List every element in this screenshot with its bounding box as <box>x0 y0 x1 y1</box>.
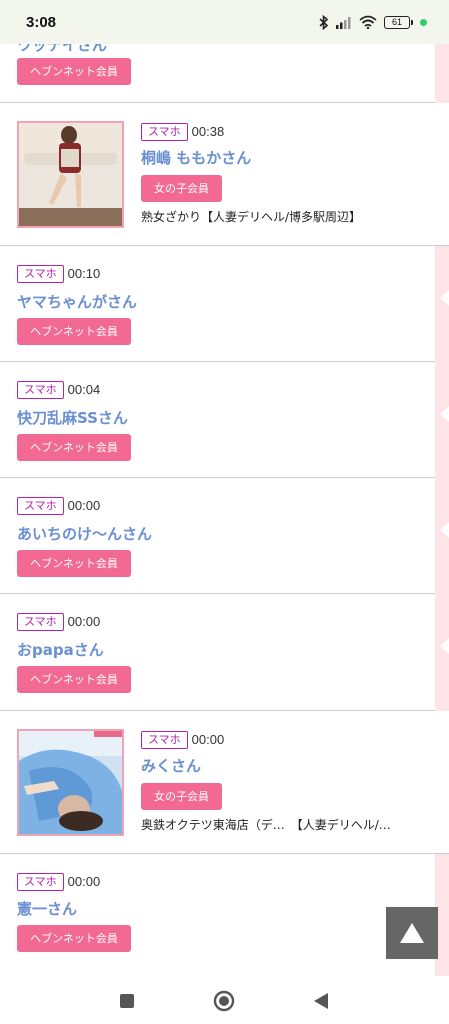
wifi-icon <box>359 15 377 29</box>
access-meta: スマホ 00:38 <box>141 121 224 141</box>
shop-name[interactable]: 熟女ざかり【人妻デリヘル/博多駅周辺】 <box>141 208 361 225</box>
girl-member-badge[interactable]: 女の子会員 <box>141 175 222 202</box>
list-item[interactable]: スマホ 00:00 みくさん 女の子会員 奥鉄オクテツ東海店（デ… 【人妻デリヘル… <box>0 711 449 854</box>
access-meta: スマホ 00:10 <box>17 263 100 283</box>
status-time: 3:08 <box>26 13 57 31</box>
list-item[interactable]: スマホ 00:10 ヤマちゃんがさん ヘブンネット会員 <box>0 246 435 362</box>
access-meta: スマホ 00:00 <box>17 871 100 891</box>
visitor-name[interactable]: みくさん <box>141 755 201 776</box>
side-notch <box>440 290 449 306</box>
battery-icon: 61 <box>384 15 413 29</box>
battery-level: 61 <box>384 15 410 29</box>
signal-icon <box>336 16 351 29</box>
side-notch <box>440 522 449 538</box>
list-item[interactable]: スマホ 00:00 おpapaさん ヘブンネット会員 <box>0 594 435 711</box>
square-icon <box>120 994 134 1008</box>
access-time: 00:04 <box>67 382 101 397</box>
bluetooth-icon <box>319 14 329 30</box>
shop-name[interactable]: 奥鉄オクテツ東海店（デ… 【人妻デリヘル/… <box>141 816 391 833</box>
access-time: 00:00 <box>67 614 101 629</box>
triangle-back-icon <box>314 993 328 1009</box>
visitor-name[interactable]: 憲一さん <box>17 898 77 919</box>
device-tag: スマホ <box>17 380 64 399</box>
side-notch <box>440 638 449 654</box>
access-meta: スマホ 00:00 <box>17 611 100 631</box>
status-bar: 3:08 61 <box>0 0 449 44</box>
access-time: 00:00 <box>67 874 101 889</box>
notification-dot-icon <box>420 18 427 26</box>
visitor-name[interactable]: ヤマちゃんがさん <box>17 291 137 312</box>
device-tag: スマホ <box>17 612 64 631</box>
access-time: 00:00 <box>67 498 101 513</box>
scroll-top-button[interactable] <box>386 907 438 959</box>
member-badge[interactable]: ヘブンネット会員 <box>17 318 131 345</box>
access-time: 00:38 <box>191 124 225 139</box>
member-badge[interactable]: ヘブンネット会員 <box>17 550 131 577</box>
visitor-name[interactable]: あいちのけ〜んさん <box>17 523 152 544</box>
status-icons: 61 <box>319 14 427 30</box>
access-time: 00:00 <box>191 732 225 747</box>
side-notch <box>440 406 449 422</box>
member-badge[interactable]: ヘブンネット会員 <box>17 58 131 85</box>
girl-photo[interactable] <box>17 729 124 836</box>
list-item[interactable]: スマホ 00:00 憲一さん ヘブンネット会員 <box>0 854 435 976</box>
member-badge[interactable]: ヘブンネット会員 <box>17 666 131 693</box>
member-badge[interactable]: ヘブンネット会員 <box>17 434 131 461</box>
visitor-name[interactable]: 桐嶋 ももかさん <box>141 147 251 168</box>
access-meta: スマホ 00:00 <box>17 495 100 515</box>
triangle-up-icon <box>400 923 424 943</box>
list-item[interactable]: スマホ 00:00 あいちのけ〜んさん ヘブンネット会員 <box>0 478 435 594</box>
device-tag: スマホ <box>17 496 64 515</box>
access-meta: スマホ 00:04 <box>17 379 100 399</box>
access-time: 00:10 <box>67 266 101 281</box>
device-tag: スマホ <box>17 264 64 283</box>
visitor-name[interactable]: 快刀乱麻SSさん <box>17 407 128 428</box>
visitor-name[interactable]: ワッテイさん <box>17 44 107 55</box>
access-feed[interactable]: ワッテイさん ヘブンネット会員 スマホ 00:38 桐嶋 ももかさん 女の子会員 … <box>0 44 449 976</box>
girl-photo[interactable] <box>17 121 124 228</box>
circle-icon <box>213 990 235 1012</box>
back-button[interactable] <box>306 986 336 1016</box>
recents-button[interactable] <box>112 986 142 1016</box>
home-button[interactable] <box>209 986 239 1016</box>
member-badge[interactable]: ヘブンネット会員 <box>17 925 131 952</box>
list-item[interactable]: スマホ 00:38 桐嶋 ももかさん 女の子会員 熟女ざかり【人妻デリヘル/博多駅… <box>0 103 449 246</box>
navigation-bar <box>0 976 449 1024</box>
access-meta: スマホ 00:00 <box>141 729 224 749</box>
girl-member-badge[interactable]: 女の子会員 <box>141 783 222 810</box>
device-tag: スマホ <box>17 872 64 891</box>
device-tag: スマホ <box>141 122 188 141</box>
device-tag: スマホ <box>141 730 188 749</box>
visitor-name[interactable]: おpapaさん <box>17 639 104 660</box>
list-item[interactable]: スマホ 00:04 快刀乱麻SSさん ヘブンネット会員 <box>0 362 435 478</box>
list-item[interactable]: ワッテイさん ヘブンネット会員 <box>0 44 435 103</box>
